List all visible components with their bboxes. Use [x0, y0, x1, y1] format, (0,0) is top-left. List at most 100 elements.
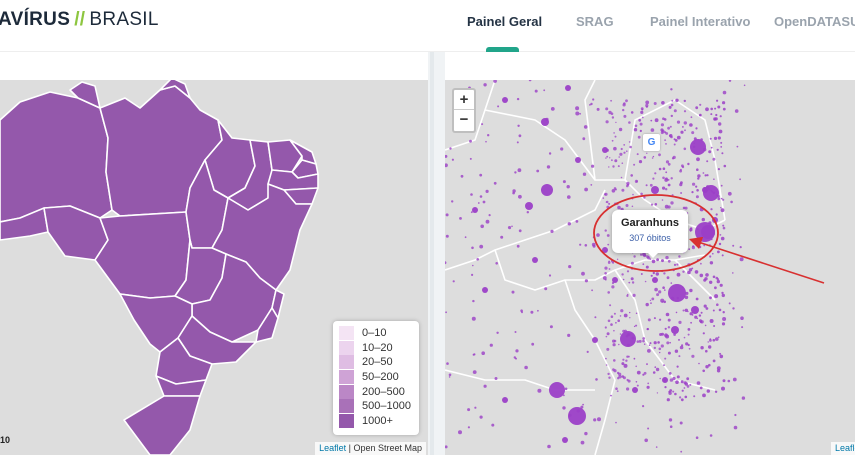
municipality-marker[interactable] — [648, 344, 651, 347]
municipality-marker[interactable] — [706, 160, 709, 163]
municipality-marker[interactable] — [623, 102, 626, 105]
municipality-marker[interactable] — [741, 326, 744, 329]
municipality-marker[interactable] — [645, 100, 650, 105]
municipality-marker[interactable] — [688, 347, 691, 350]
municipality-marker[interactable] — [662, 377, 668, 383]
municipality-marker[interactable] — [617, 205, 621, 210]
municipality-marker[interactable] — [646, 328, 649, 331]
municipality-marker[interactable] — [641, 116, 644, 119]
municipality-marker[interactable] — [720, 207, 722, 209]
municipality-marker[interactable] — [605, 357, 607, 360]
municipality-marker[interactable] — [628, 281, 631, 284]
municipality-marker[interactable] — [732, 307, 735, 310]
municipality-marker[interactable] — [630, 174, 633, 177]
municipality-marker[interactable] — [602, 197, 605, 199]
municipality-marker[interactable] — [607, 372, 610, 376]
municipality-marker[interactable] — [699, 273, 704, 278]
municipality-marker[interactable] — [479, 195, 483, 198]
municipality-marker[interactable] — [722, 224, 725, 227]
municipality-marker[interactable] — [661, 259, 664, 263]
municipality-marker[interactable] — [611, 159, 613, 162]
municipality-marker[interactable] — [584, 187, 588, 192]
municipality-marker[interactable] — [515, 349, 519, 353]
municipality-marker[interactable] — [673, 109, 677, 113]
municipality-marker[interactable] — [612, 165, 615, 168]
municipality-marker[interactable] — [586, 350, 589, 353]
municipality-marker[interactable] — [664, 386, 667, 389]
municipality-marker[interactable] — [602, 147, 608, 153]
municipality-marker[interactable] — [512, 191, 515, 195]
municipality-marker[interactable] — [719, 354, 724, 359]
municipality-marker[interactable] — [718, 308, 722, 312]
municipality-marker[interactable] — [684, 206, 688, 210]
municipality-marker[interactable] — [469, 157, 472, 160]
municipality-marker[interactable] — [717, 168, 720, 171]
municipality-marker[interactable] — [709, 244, 711, 246]
municipality-marker[interactable] — [616, 371, 620, 375]
municipality-marker[interactable] — [596, 107, 600, 111]
municipality-marker[interactable] — [472, 370, 477, 374]
municipality-marker[interactable] — [667, 318, 671, 322]
municipality-marker[interactable] — [452, 280, 455, 283]
municipality-marker[interactable] — [636, 153, 639, 156]
municipality-marker[interactable] — [720, 236, 725, 241]
municipality-marker[interactable] — [658, 347, 662, 351]
municipality-marker[interactable] — [669, 389, 673, 392]
municipality-marker[interactable] — [683, 121, 687, 125]
municipality-marker[interactable] — [666, 398, 670, 402]
municipality-marker[interactable] — [739, 257, 744, 262]
municipality-marker[interactable] — [604, 266, 608, 270]
municipality-marker[interactable] — [649, 183, 653, 187]
municipality-marker[interactable] — [646, 363, 648, 366]
municipality-marker[interactable] — [487, 134, 490, 137]
municipality-marker[interactable] — [580, 440, 585, 445]
municipality-marker[interactable] — [683, 147, 687, 151]
municipality-marker[interactable] — [705, 349, 708, 353]
municipality-marker[interactable] — [722, 379, 726, 383]
municipality-marker[interactable] — [665, 255, 669, 260]
municipality-marker[interactable] — [493, 181, 497, 185]
municipality-marker[interactable] — [629, 317, 631, 319]
municipality-marker[interactable] — [709, 434, 713, 437]
municipality-marker[interactable] — [575, 106, 580, 111]
municipality-marker[interactable] — [707, 341, 709, 343]
municipality-marker[interactable] — [727, 379, 731, 383]
municipality-marker[interactable] — [562, 180, 566, 184]
municipality-marker[interactable] — [610, 315, 614, 318]
municipality-marker[interactable] — [691, 306, 699, 314]
municipality-marker[interactable] — [470, 193, 473, 196]
municipality-marker[interactable] — [643, 371, 647, 375]
municipality-marker[interactable] — [617, 377, 620, 380]
municipality-marker[interactable] — [727, 191, 732, 196]
municipality-marker[interactable] — [526, 211, 529, 214]
municipality-marker[interactable] — [482, 287, 488, 293]
municipality-marker[interactable] — [695, 127, 698, 130]
municipality-marker[interactable] — [661, 199, 664, 201]
municipality-marker[interactable] — [732, 272, 734, 274]
municipality-marker[interactable] — [674, 392, 677, 396]
municipality-marker[interactable] — [445, 234, 449, 238]
municipality-marker[interactable] — [671, 194, 674, 197]
municipality-marker[interactable] — [625, 359, 628, 362]
municipality-marker[interactable] — [626, 150, 628, 152]
municipality-marker[interactable] — [670, 201, 674, 205]
municipality-marker[interactable] — [575, 111, 580, 116]
municipality-marker[interactable] — [654, 118, 659, 123]
municipality-marker[interactable] — [713, 178, 715, 180]
municipality-marker[interactable] — [664, 289, 666, 291]
municipality-marker[interactable] — [464, 236, 467, 239]
municipality-marker[interactable] — [488, 214, 491, 217]
municipality-marker[interactable] — [709, 296, 712, 300]
municipality-marker[interactable] — [604, 192, 608, 196]
municipality-marker[interactable] — [583, 125, 588, 129]
municipality-marker[interactable] — [716, 303, 719, 306]
municipality-marker[interactable] — [592, 98, 595, 101]
municipality-marker[interactable] — [728, 80, 732, 82]
municipality-marker[interactable] — [692, 245, 695, 248]
zoom-in-button[interactable]: + — [454, 90, 474, 110]
municipality-marker[interactable] — [659, 333, 663, 336]
municipality-marker[interactable] — [700, 346, 704, 350]
municipality-marker[interactable] — [494, 377, 498, 380]
municipality-marker[interactable] — [467, 408, 471, 412]
municipality-marker[interactable] — [662, 286, 665, 289]
